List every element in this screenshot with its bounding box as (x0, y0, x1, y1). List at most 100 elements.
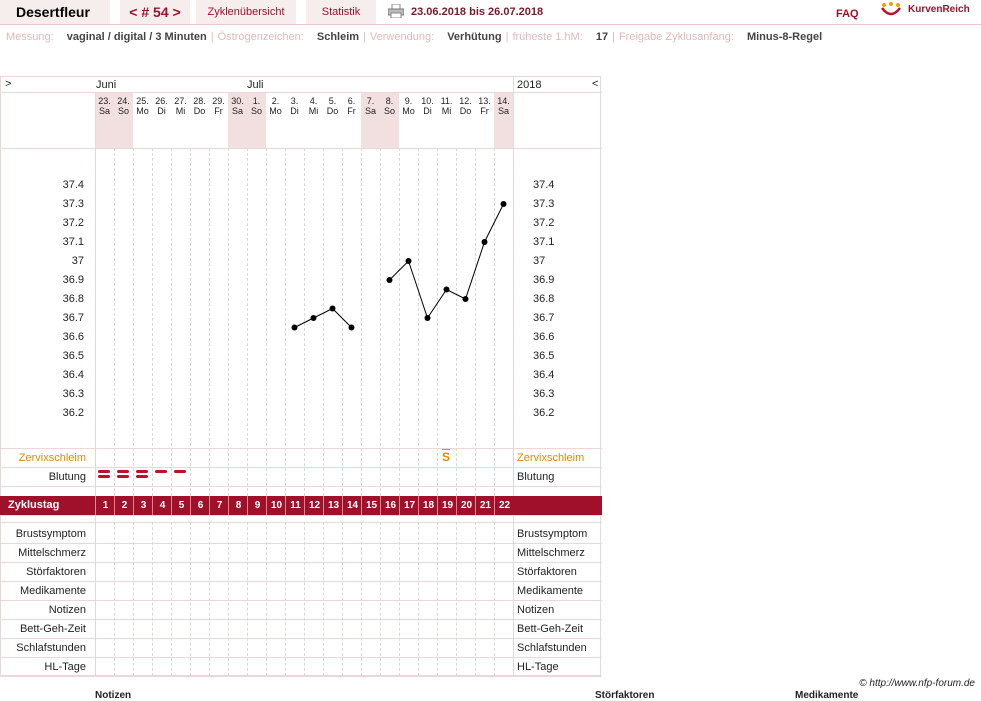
cycle-navigator[interactable]: < # 54 > (120, 0, 190, 24)
cycle-day-number: 7 (209, 496, 229, 515)
grid-column-lower (437, 522, 438, 676)
grid-column-lower (114, 522, 115, 676)
cycle-day-number: 1 (95, 496, 115, 515)
row-label-7: HL-Tage (44, 661, 86, 673)
grid-column-lower (342, 522, 343, 676)
bleeding-mark (98, 470, 110, 473)
cycle-info-line: Messung: vaginal / digital / 3 Minuten | Ö… (6, 31, 823, 43)
row-label-right-1: Mittelschmerz (517, 547, 585, 559)
grid-line (0, 676, 602, 677)
cycle-day-number: 16 (380, 496, 400, 515)
cycle-day-number: 10 (266, 496, 286, 515)
row-label-right-7: HL-Tage (517, 661, 559, 673)
cycle-day-number: 3 (133, 496, 153, 515)
faq-link[interactable]: FAQ (836, 8, 859, 20)
copyright: © http://www.nfp-forum.de (859, 678, 975, 689)
temperature-curve (291, 201, 507, 331)
cycle-day-number: 14 (342, 496, 362, 515)
cycle-day-number: 17 (399, 496, 419, 515)
grid-line (0, 638, 602, 639)
grid-line (0, 562, 602, 563)
tab-statistics[interactable]: Statistik (306, 0, 376, 24)
row-label-right-5: Bett-Geh-Zeit (517, 623, 584, 635)
grid-column-lower (304, 522, 305, 676)
temperature-point (462, 296, 469, 302)
cycle-day-number: 8 (228, 496, 248, 515)
temperature-point (424, 315, 431, 321)
info-value: Verhütung (444, 31, 502, 43)
temperature-point (481, 239, 488, 245)
grid-column-lower (209, 522, 210, 676)
grid-column-lower (285, 522, 286, 676)
cycle-day-number: 9 (247, 496, 267, 515)
cycle-day-number: 20 (456, 496, 476, 515)
info-label: früheste 1.hM: (512, 31, 583, 43)
grid-column-lower (513, 522, 514, 676)
grid-line (0, 543, 602, 544)
bleeding-mark (155, 470, 167, 473)
temperature-point (329, 305, 336, 312)
temperature-point (348, 324, 355, 331)
grid-line (0, 600, 602, 601)
temperature-line-segment (294, 307, 352, 328)
bleeding-mark (174, 470, 186, 473)
grid-column-lower (380, 522, 381, 676)
cycle-day-label: Zyklustag (8, 499, 60, 511)
bleeding-mark (136, 470, 148, 473)
grid-line (0, 515, 602, 516)
cycle-chart: > < Juni Juli 2018 23. Sa 24. So 25. Mo 26. Di 27. Mi 2… (0, 76, 602, 677)
grid-column-lower (133, 522, 134, 676)
logo-text[interactable]: KurvenReich (908, 4, 970, 15)
row-label-bleeding: Blutung (48, 471, 86, 483)
printer-icon[interactable] (388, 4, 404, 18)
row-label-4: Notizen (48, 604, 86, 616)
info-value: 17 (592, 31, 609, 43)
date-range: 23.06.2018 bis 26.07.2018 (411, 6, 544, 18)
row-label-bleeding-right: Blutung (517, 471, 555, 483)
info-label: Freigabe Zyklusanfang: (618, 31, 734, 43)
grid-line (0, 657, 602, 658)
grid-column-lower (494, 522, 495, 676)
row-label-3: Medikamente (19, 585, 86, 597)
row-label-cervix: Zervixschleim (18, 452, 86, 464)
info-label: Messung: (6, 31, 54, 43)
row-label-right-0: Brustsymptom (517, 528, 588, 540)
grid-line (0, 467, 602, 468)
info-label: Östrogenzeichen: (217, 31, 304, 43)
grid-column-lower (475, 522, 476, 676)
tab-cycle-overview[interactable]: Zyklenübersicht (196, 0, 296, 24)
cycle-day-number: 4 (152, 496, 172, 515)
grid-column-lower (247, 522, 248, 676)
temperature-point (405, 258, 412, 264)
cycle-day-number: 22 (494, 496, 514, 515)
grid-column-lower (95, 522, 96, 676)
cervix-marker: S (442, 450, 451, 464)
grid-line (0, 448, 602, 449)
cycle-day-number: 15 (361, 496, 381, 515)
temperature-point (500, 201, 507, 207)
bleeding-mark (136, 475, 148, 478)
cycle-day-number: 5 (171, 496, 191, 515)
temperature-point (386, 277, 393, 283)
row-label-right-3: Medikamente (517, 585, 584, 597)
row-label-2: Störfaktoren (26, 566, 86, 578)
grid-column-lower (228, 522, 229, 676)
grid-column-lower (323, 522, 324, 676)
cycle-day-number: 13 (323, 496, 343, 515)
grid-column-lower (190, 522, 191, 676)
kurvenreich-logo-icon[interactable] (880, 2, 902, 20)
cycle-day-number: 2 (114, 496, 134, 515)
info-value: vaginal / digital / 3 Minuten (63, 31, 207, 43)
row-label-right-2: Störfaktoren (517, 566, 577, 578)
temperature-point (291, 324, 298, 331)
grid-column-lower (171, 522, 172, 676)
bleeding-mark (117, 475, 129, 478)
bleeding-mark (98, 475, 110, 478)
info-label: Verwendung: (369, 31, 435, 43)
cycle-day-number: 21 (475, 496, 495, 515)
row-label-right-6: Schlafstunden (517, 642, 587, 654)
bleeding-mark (117, 470, 129, 473)
grid-column-lower (361, 522, 362, 676)
grid-column-lower (456, 522, 457, 676)
row-label-1: Mittelschmerz (18, 547, 86, 559)
